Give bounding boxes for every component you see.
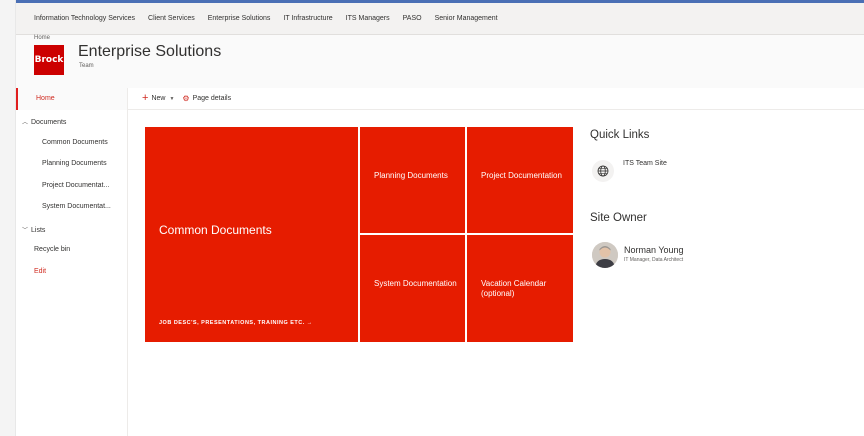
- sidebar-item-documents[interactable]: ︿ Documents: [22, 117, 66, 126]
- gear-icon: ⚙: [182, 94, 190, 103]
- plus-icon: +: [142, 92, 149, 104]
- site-title[interactable]: Enterprise Solutions: [78, 43, 221, 61]
- topnav-item-its[interactable]: Information Technology Services: [34, 15, 135, 22]
- site-header: Home Brock Enterprise Solutions Team: [16, 35, 864, 88]
- tile-vacation-calendar[interactable]: Vacation Calendar (optional): [467, 235, 573, 342]
- sidebar-item-project-documentation[interactable]: Project Documentat...: [42, 182, 109, 189]
- new-button[interactable]: + New ▼: [142, 93, 174, 104]
- new-button-label: New: [151, 95, 166, 102]
- sidebar-item-label: Documents: [31, 119, 67, 126]
- quick-links-title: Quick Links: [590, 129, 650, 141]
- quick-link-its-team-site[interactable]: ITS Team Site: [623, 160, 667, 167]
- tile-title: Common Documents: [159, 223, 272, 237]
- tile-title: Planning Documents: [374, 171, 448, 180]
- sidebar-item-planning-documents[interactable]: Planning Documents: [42, 160, 107, 167]
- site-subtitle: Team: [79, 63, 94, 69]
- chevron-down-icon[interactable]: ﹀: [22, 225, 31, 234]
- chevron-up-icon[interactable]: ︿: [22, 117, 31, 126]
- logo-text: Brock: [34, 55, 64, 65]
- sidebar-item-common-documents[interactable]: Common Documents: [42, 139, 108, 146]
- window-left-edge: [0, 0, 16, 436]
- topnav-item-client-services[interactable]: Client Services: [148, 15, 195, 22]
- chevron-down-icon: ▼: [169, 95, 175, 102]
- site-owner-title: Site Owner: [590, 212, 647, 224]
- topnav-item-paso[interactable]: PASO: [403, 15, 422, 22]
- topnav-item-it-infrastructure[interactable]: IT Infrastructure: [283, 15, 332, 22]
- page-details-label: Page details: [192, 95, 232, 102]
- sidebar-item-label: Lists: [31, 227, 46, 234]
- left-navigation: Home ︿ Documents Common Documents Plannin…: [16, 88, 128, 436]
- tile-common-documents[interactable]: Common Documents JOB DESC'S, PRESENTATIO…: [145, 127, 358, 342]
- tile-title: System Documentation: [374, 279, 457, 288]
- tile-title: Project Documentation: [481, 171, 562, 180]
- sidebar-item-recycle-bin[interactable]: Recycle bin: [34, 246, 70, 253]
- tile-planning-documents[interactable]: Planning Documents: [360, 127, 465, 233]
- topnav-item-its-managers[interactable]: ITS Managers: [346, 15, 390, 22]
- sidebar-item-home[interactable]: Home: [16, 88, 127, 110]
- sidebar-item-label: Home: [36, 95, 55, 102]
- site-logo[interactable]: Brock: [34, 45, 64, 75]
- sidebar-edit-link[interactable]: Edit: [34, 268, 46, 275]
- breadcrumb[interactable]: Home: [34, 35, 50, 41]
- sidebar-item-system-documentation[interactable]: System Documentat...: [42, 203, 111, 210]
- tile-project-documentation[interactable]: Project Documentation: [467, 127, 573, 233]
- tile-title: Vacation Calendar (optional): [481, 279, 547, 298]
- page-details-button[interactable]: ⚙ Page details: [182, 94, 231, 103]
- tile-subtitle: JOB DESC'S, PRESENTATIONS, TRAINING ETC.…: [159, 320, 313, 326]
- hub-navigation: Information Technology Services Client S…: [16, 3, 864, 35]
- avatar[interactable]: [592, 242, 618, 268]
- topnav-item-senior-management[interactable]: Senior Management: [435, 15, 498, 22]
- site-owner-role: IT Manager, Data Architect: [624, 257, 684, 263]
- command-bar: + New ▼ ⚙ Page details: [128, 88, 864, 110]
- topnav-item-enterprise-solutions[interactable]: Enterprise Solutions: [208, 15, 271, 22]
- globe-icon[interactable]: [592, 160, 614, 182]
- site-owner-name[interactable]: Norman Young: [624, 245, 684, 255]
- sidebar-item-lists[interactable]: ﹀ Lists: [22, 225, 45, 234]
- tile-system-documentation[interactable]: System Documentation: [360, 235, 465, 342]
- document-tiles: Common Documents JOB DESC'S, PRESENTATIO…: [145, 127, 573, 342]
